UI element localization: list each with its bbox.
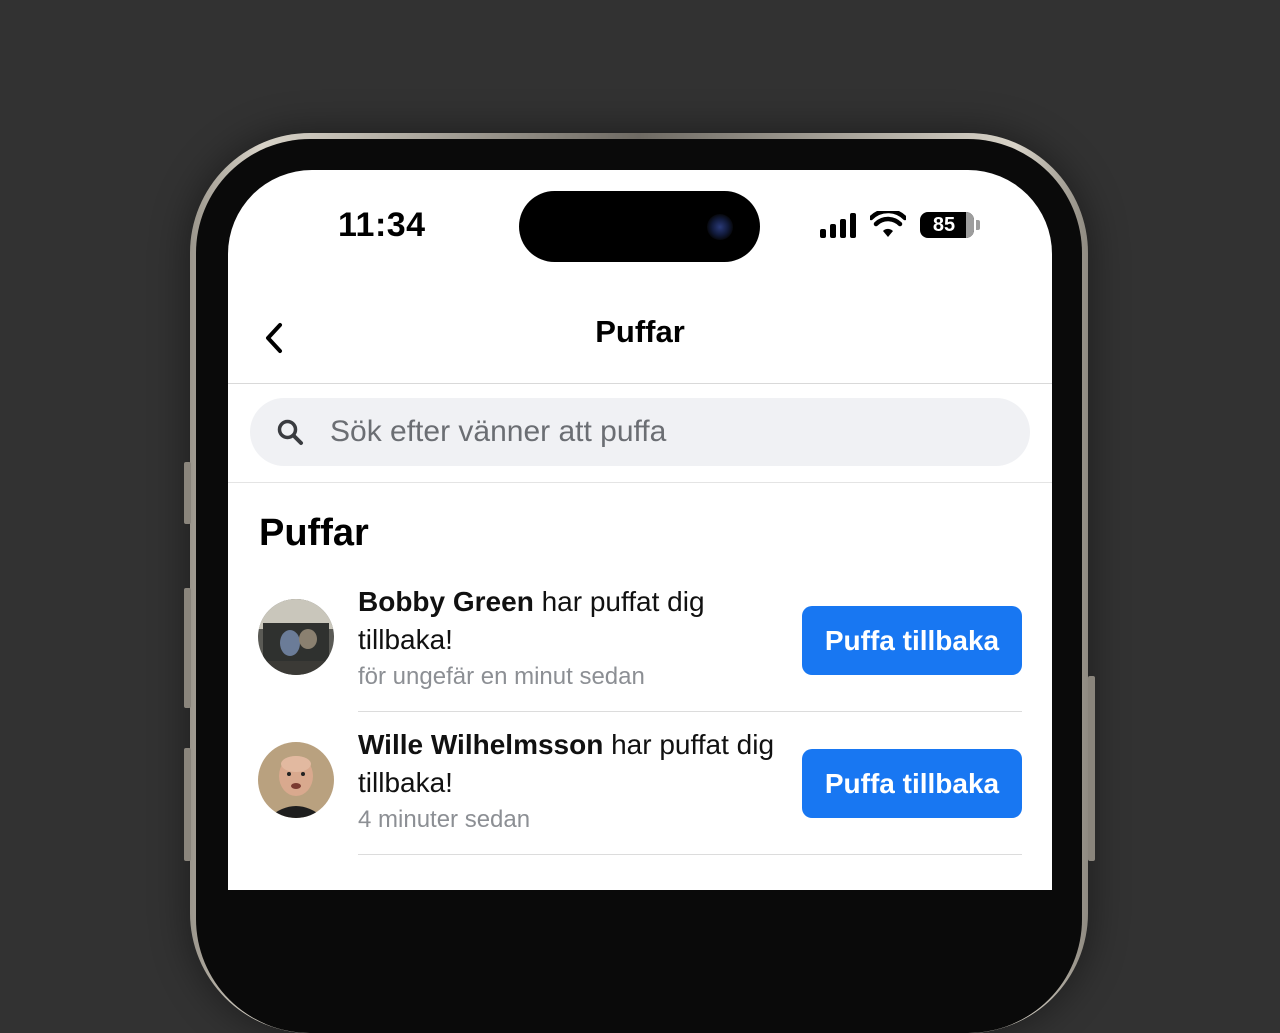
poker-name[interactable]: Wille Wilhelmsson (358, 729, 603, 760)
poke-message: Bobby Green har puffat dig tillbaka! (358, 583, 798, 659)
section-title: Puffar (259, 512, 369, 554)
dynamic-island (519, 191, 760, 262)
wifi-icon (870, 211, 906, 237)
battery-level: 85 (932, 213, 956, 236)
side-button-volume-up (184, 588, 191, 708)
battery-icon: 85 (920, 212, 974, 238)
avatar[interactable] (258, 599, 334, 675)
camera-icon (707, 214, 733, 240)
poke-back-button[interactable]: Puffa tillbaka (802, 749, 1022, 818)
status-time: 11:34 (338, 206, 426, 244)
side-button-power (1088, 676, 1095, 861)
search-input[interactable] (328, 414, 972, 450)
search-bar[interactable] (250, 398, 1030, 466)
navigation-header: Puffar (228, 300, 1052, 384)
search-icon (277, 419, 303, 445)
battery-tip (976, 220, 980, 230)
side-button-volume-down (184, 748, 191, 861)
phone-screen: 11:34 85 Puffar Sök efter vänner att puf… (228, 170, 1052, 890)
poke-time: 4 minuter sedan (358, 806, 531, 833)
status-icons: 85 (820, 210, 980, 240)
avatar[interactable] (258, 742, 334, 818)
divider (358, 854, 1022, 855)
page-title: Puffar (595, 314, 685, 349)
list-item: Bobby Green har puffat dig tillbaka! för… (228, 569, 1052, 712)
poke-back-button[interactable]: Puffa tillbaka (802, 606, 1022, 675)
list-item: Wille Wilhelmsson har puffat dig tillbak… (228, 712, 1052, 855)
poke-time: för ungefär en minut sedan (358, 663, 645, 690)
side-button-mute (184, 462, 191, 524)
poker-name[interactable]: Bobby Green (358, 586, 534, 617)
cellular-signal-icon (820, 212, 856, 238)
poke-message: Wille Wilhelmsson har puffat dig tillbak… (358, 726, 798, 802)
poke-text: Wille Wilhelmsson har puffat dig tillbak… (358, 726, 798, 834)
search-section (228, 384, 1052, 483)
poke-text: Bobby Green har puffat dig tillbaka! för… (358, 583, 798, 691)
